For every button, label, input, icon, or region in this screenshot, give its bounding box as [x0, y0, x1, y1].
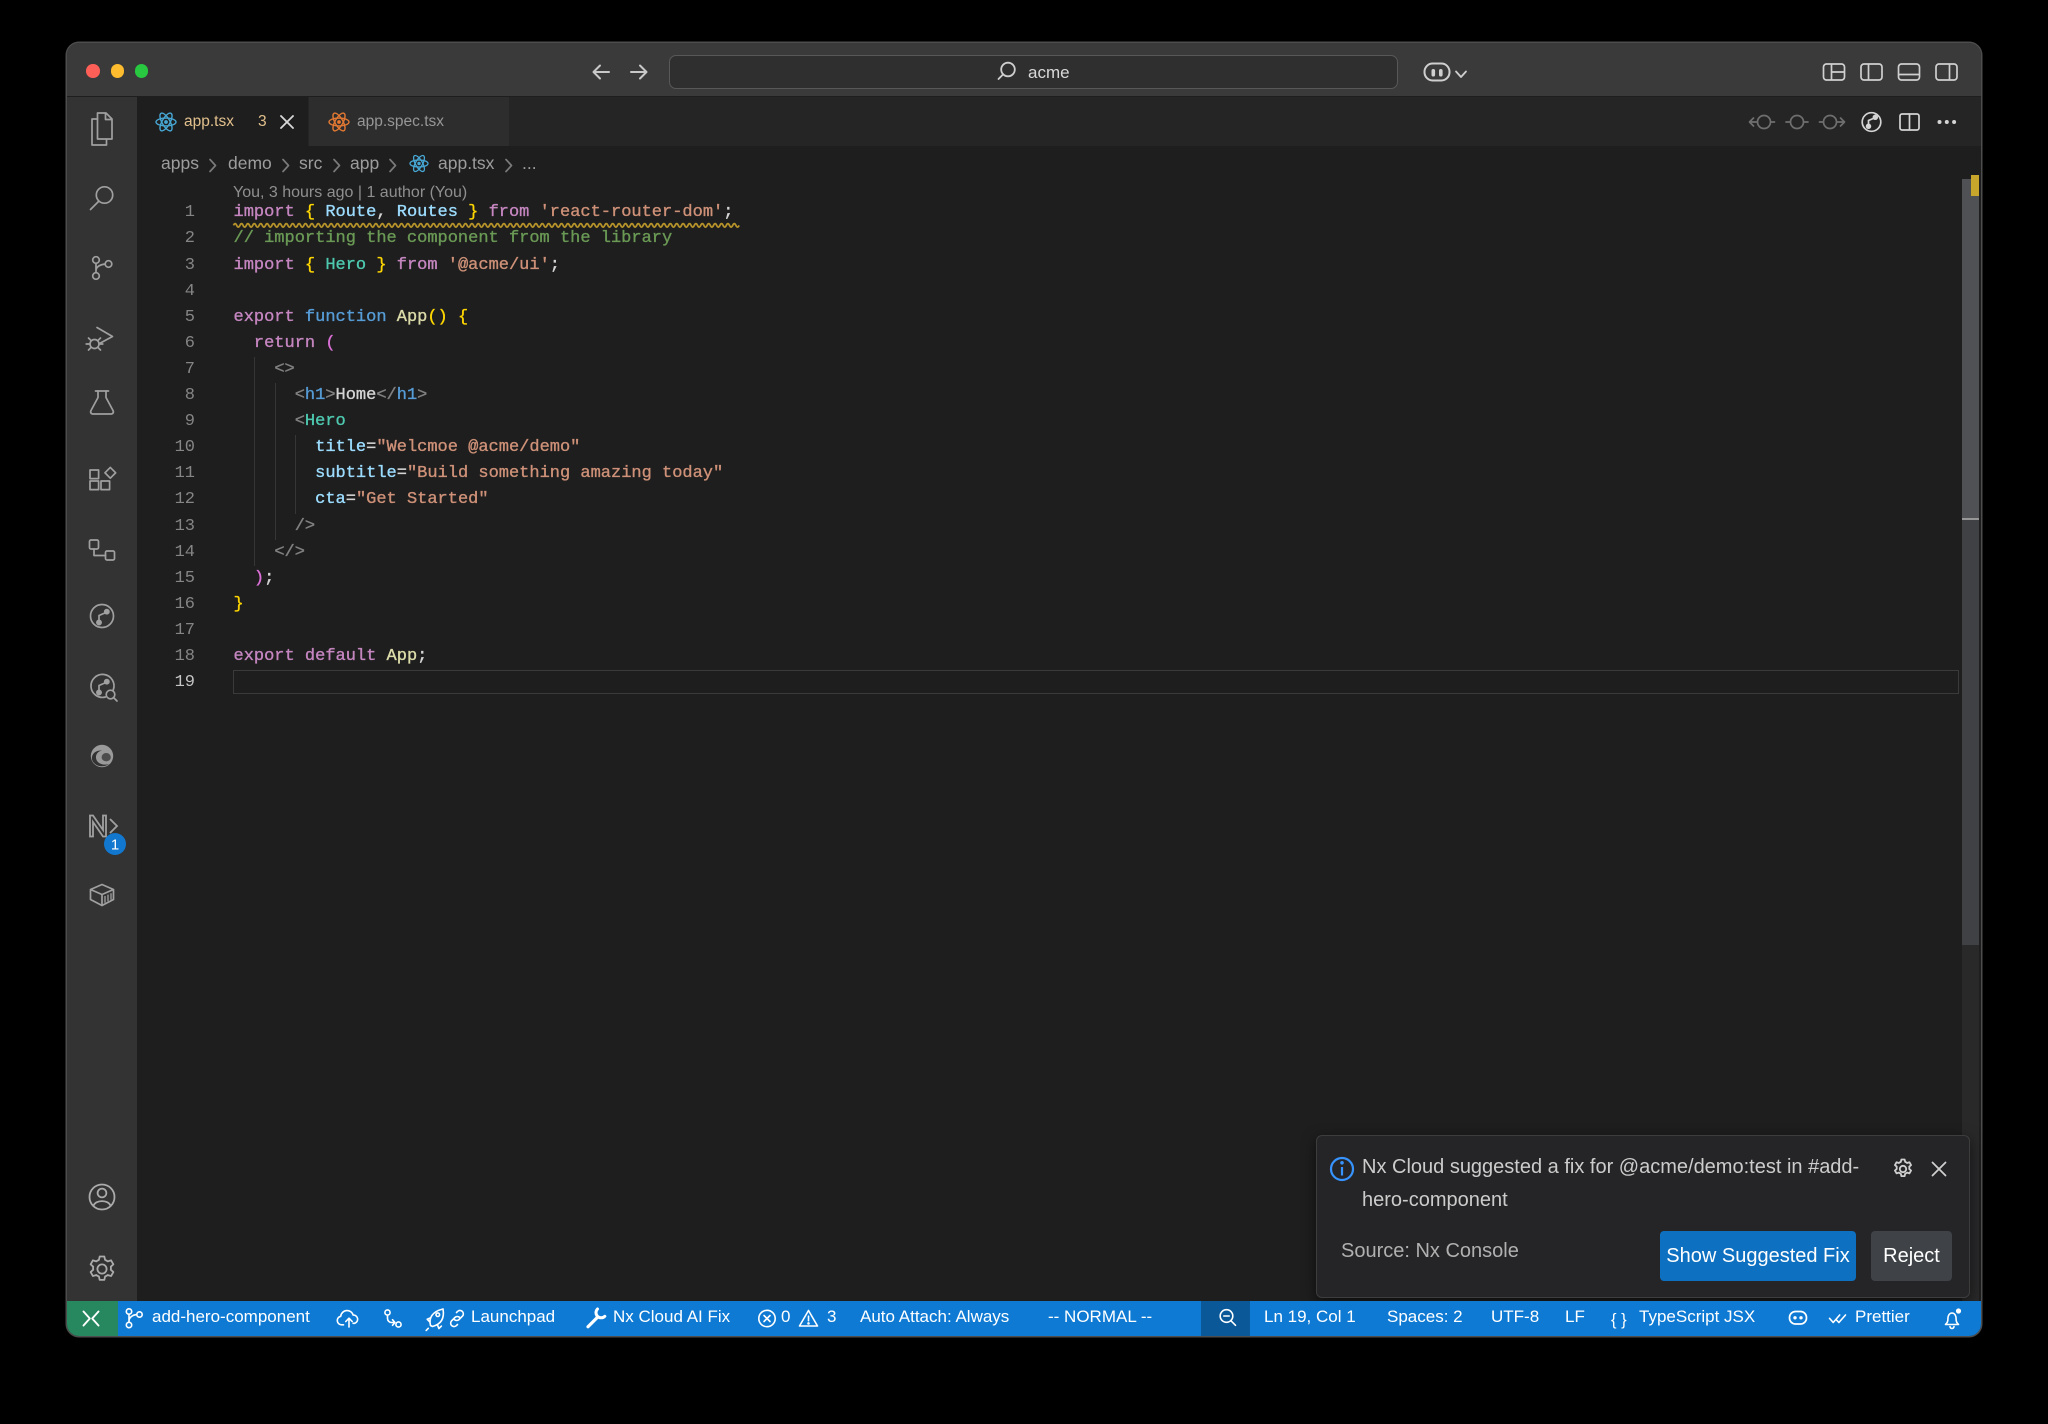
svg-text:{ }: { }	[1611, 1311, 1627, 1329]
svg-text:1: 1	[111, 837, 119, 854]
